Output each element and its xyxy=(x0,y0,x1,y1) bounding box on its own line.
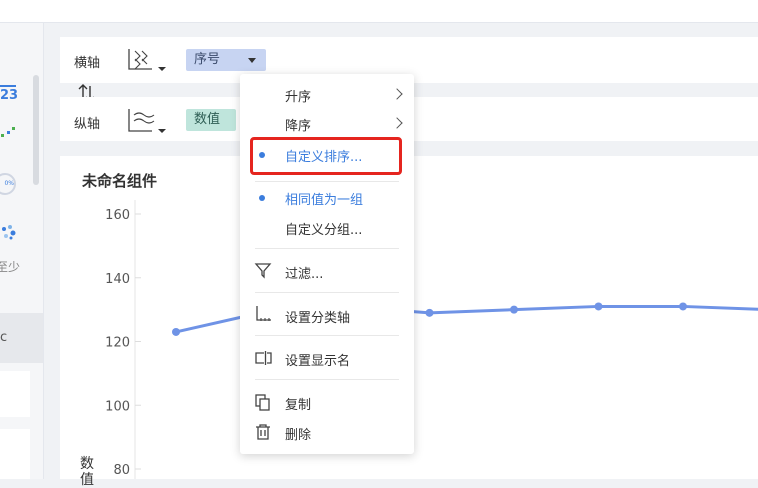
data-point[interactable] xyxy=(679,302,687,311)
context-menu: 升序 降序 自定义排序... 相同值为一组 自定义分组... 过滤... 设置分… xyxy=(240,74,414,454)
menu-divider xyxy=(255,248,399,249)
y-tick-label: 80 xyxy=(113,463,130,478)
selected-dot-icon xyxy=(259,195,265,201)
menu-item-delete[interactable]: 删除 xyxy=(285,424,311,443)
chevron-right-icon xyxy=(391,117,403,129)
selected-dot-icon xyxy=(259,152,265,158)
y-tick-label: 100 xyxy=(105,399,130,414)
data-point[interactable] xyxy=(594,302,603,311)
menu-item-filter[interactable]: 过滤... xyxy=(285,263,323,282)
y-tick-label: 140 xyxy=(105,272,130,287)
delete-icon xyxy=(254,423,272,441)
menu-item-sort-asc[interactable]: 升序 xyxy=(285,86,311,105)
axis-icon xyxy=(254,305,272,323)
y-axis-title: 数值 xyxy=(80,456,94,488)
rename-icon xyxy=(254,349,272,367)
data-point[interactable] xyxy=(510,305,518,314)
menu-item-same-value-group[interactable]: 相同值为一组 xyxy=(285,189,363,208)
menu-divider xyxy=(255,379,399,380)
y-tick-label: 120 xyxy=(105,336,130,351)
menu-item-set-category-axis[interactable]: 设置分类轴 xyxy=(285,307,350,326)
menu-divider xyxy=(255,181,399,182)
chevron-right-icon xyxy=(391,88,403,100)
menu-item-custom-group[interactable]: 自定义分组... xyxy=(285,219,362,238)
filter-icon xyxy=(254,261,272,279)
menu-divider xyxy=(255,335,399,336)
y-tick-label: 160 xyxy=(105,208,130,223)
data-point[interactable] xyxy=(172,327,180,336)
menu-item-copy[interactable]: 复制 xyxy=(285,394,311,413)
menu-item-sort-desc[interactable]: 降序 xyxy=(285,115,311,134)
menu-item-set-display-name[interactable]: 设置显示名 xyxy=(285,350,350,369)
copy-icon xyxy=(254,393,272,411)
data-point[interactable] xyxy=(425,308,434,317)
menu-divider xyxy=(255,292,399,293)
menu-item-custom-sort[interactable]: 自定义排序... xyxy=(285,146,362,165)
